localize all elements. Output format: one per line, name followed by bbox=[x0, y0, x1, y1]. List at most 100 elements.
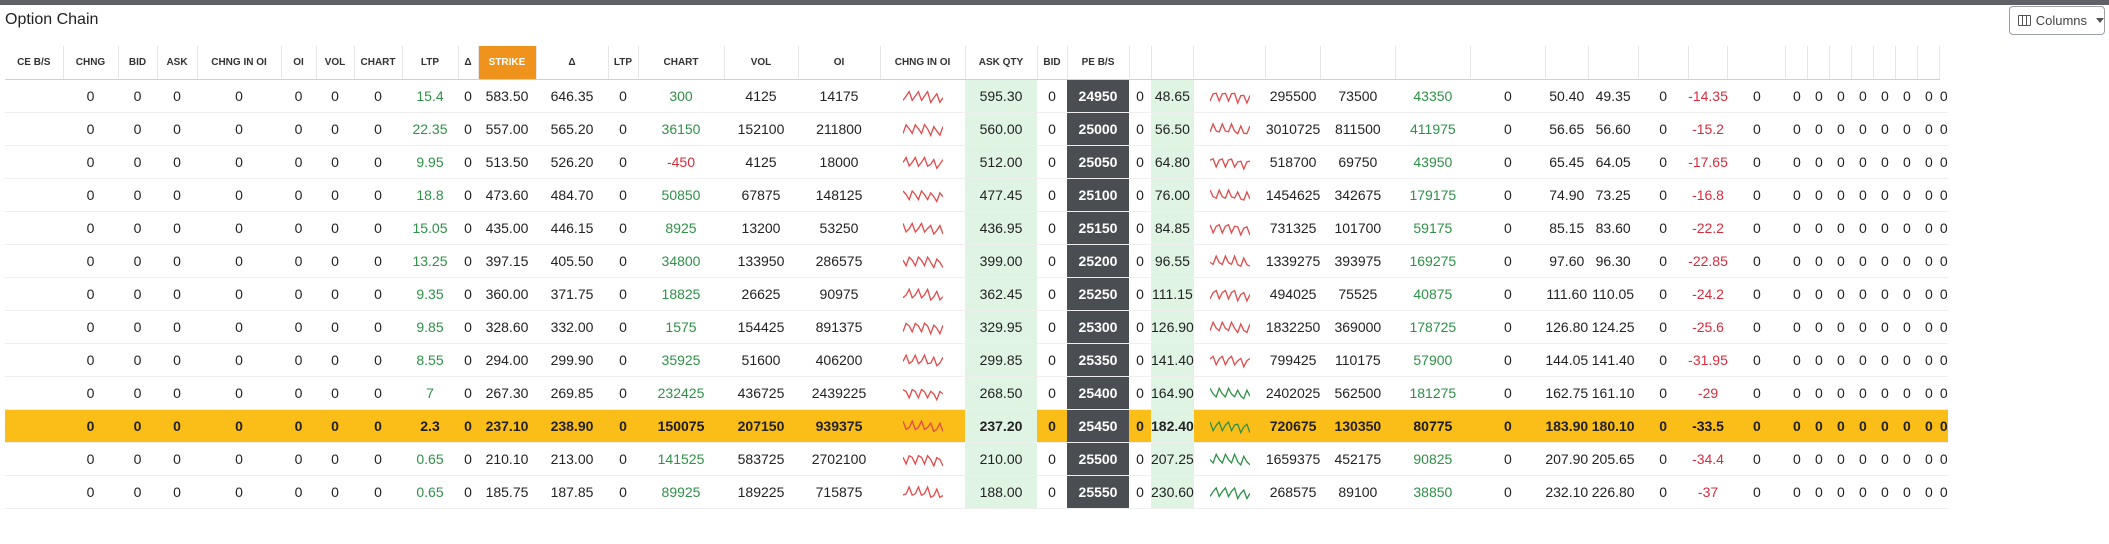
vol-cell: 436725 bbox=[724, 376, 798, 410]
ce-cell: 0 bbox=[197, 244, 281, 278]
ce-cell: 473.60 bbox=[478, 178, 536, 212]
column-header[interactable]: VOL bbox=[724, 46, 799, 80]
column-header[interactable] bbox=[1688, 46, 1729, 80]
table-row[interactable]: 0 0 0 0 0 0 0 18.8 0 473.60 484.70 0 50850 67875 14812… bbox=[5, 178, 1948, 212]
column-header[interactable]: ASK QTY bbox=[965, 46, 1038, 80]
column-header[interactable] bbox=[1470, 46, 1546, 80]
ce-bs-cell bbox=[5, 112, 63, 146]
column-header[interactable] bbox=[1395, 46, 1471, 80]
column-header[interactable] bbox=[1545, 46, 1589, 80]
column-header[interactable] bbox=[1265, 46, 1321, 80]
columns-button[interactable]: Columns bbox=[2009, 6, 2105, 35]
vol-cell: 189225 bbox=[724, 475, 798, 509]
table-row[interactable]: 0 0 0 0 0 0 0 9.85 0 328.60 332.00 0 1575 154425 89137… bbox=[5, 310, 1948, 344]
ce-cell: 15.05 bbox=[402, 211, 458, 245]
table-row[interactable]: 0 0 0 0 0 0 0 9.35 0 360.00 371.75 0 18825 26625 90975… bbox=[5, 277, 1948, 311]
column-header[interactable] bbox=[1895, 46, 1919, 80]
column-header[interactable]: OI bbox=[281, 46, 317, 80]
column-header[interactable]: STRIKE bbox=[478, 46, 537, 80]
table-row[interactable]: 0 0 0 0 0 0 0 15.05 0 435.00 446.15 0 8925 13200 53250… bbox=[5, 211, 1948, 245]
pe-chng-oi-cell: 169275 bbox=[1395, 244, 1471, 278]
ltp-cell: 0 bbox=[608, 178, 638, 212]
column-header[interactable]: CHART bbox=[638, 46, 725, 80]
column-header[interactable]: BID bbox=[1037, 46, 1068, 80]
ce-cell: 0 bbox=[316, 343, 354, 377]
ltp-cell: 0 bbox=[608, 409, 638, 443]
pe-bid-cell: 144.05 bbox=[1545, 343, 1589, 377]
column-header[interactable]: CHART bbox=[354, 46, 403, 80]
pe-vol-cell: 295500 bbox=[1265, 79, 1321, 113]
column-header[interactable]: LTP bbox=[402, 46, 459, 80]
table-row[interactable]: 0 0 0 0 0 0 0 0.65 0 185.75 187.85 0 89925 189225 7158… bbox=[5, 475, 1948, 509]
pe-chng-oi-cell: 43350 bbox=[1395, 79, 1471, 113]
sparkline-chart bbox=[1209, 122, 1250, 135]
pe-bid-cell: 74.90 bbox=[1545, 178, 1589, 212]
ce-cell: 0 bbox=[281, 310, 316, 344]
column-header[interactable]: ASK bbox=[157, 46, 198, 80]
column-header[interactable] bbox=[1917, 46, 1941, 80]
column-header[interactable]: VOL bbox=[316, 46, 355, 80]
column-header[interactable]: CE B/S bbox=[5, 46, 64, 80]
ce-cell: 0 bbox=[458, 145, 478, 179]
tail-zero-cell: 0 bbox=[1829, 244, 1852, 278]
ce-cell: 0 bbox=[118, 442, 157, 476]
column-header[interactable]: LTP bbox=[608, 46, 639, 80]
sparkline-chart bbox=[902, 353, 943, 367]
ce-cell: 0 bbox=[316, 145, 354, 179]
column-header[interactable]: PE B/S bbox=[1067, 46, 1130, 80]
ask-qty-cell: 210.00 bbox=[965, 442, 1037, 476]
table-row[interactable]: 0 0 0 0 0 0 0 13.25 0 397.15 405.50 0 34800 133950 286… bbox=[5, 244, 1948, 278]
pe-bid-cell: 85.15 bbox=[1545, 211, 1589, 245]
column-header[interactable]: Δ bbox=[458, 46, 479, 80]
tail-zero-cell: 0 bbox=[1785, 409, 1808, 443]
ce-cell: 9.85 bbox=[402, 310, 458, 344]
sparkline-chart bbox=[1209, 320, 1250, 334]
zero-cell: 0 bbox=[1129, 310, 1151, 344]
table-row[interactable]: 0 0 0 0 0 0 0 7 0 267.30 269.85 0 232425 436725 243922… bbox=[5, 376, 1948, 410]
option-chain-table: CE B/S CHNG BID ASK CHNG IN OI OI VOL CHART LTP Δ… bbox=[5, 46, 1948, 509]
pe-oi-cell: 69750 bbox=[1320, 145, 1396, 179]
column-header[interactable] bbox=[1829, 46, 1853, 80]
table-row[interactable]: 0 0 0 0 0 0 0 15.4 0 583.50 646.35 0 300 4125 14175 595… bbox=[5, 79, 1948, 113]
ce-bs-cell bbox=[5, 475, 63, 509]
table-row[interactable]: 0 0 0 0 0 0 0 9.95 0 513.50 526.20 0 -450 4125 18000 51… bbox=[5, 145, 1948, 179]
table-row[interactable]: 0 0 0 0 0 0 0 8.55 0 294.00 299.90 0 35925 51600 40620… bbox=[5, 343, 1948, 377]
chng-oi-cell: 141525 bbox=[638, 442, 724, 476]
column-header[interactable]: CHNG IN OI bbox=[197, 46, 282, 80]
column-header[interactable]: OI bbox=[798, 46, 881, 80]
tail-zero-cell: 0 bbox=[1727, 475, 1786, 509]
tail-zero-cell: 0 bbox=[1917, 211, 1940, 245]
table-row[interactable]: 0 0 0 0 0 0 0 0.65 0 210.10 213.00 0 141525 583725 270… bbox=[5, 442, 1948, 476]
ce-cell: 0 bbox=[458, 277, 478, 311]
pe-oi-cell: 562500 bbox=[1320, 376, 1396, 410]
bid-cell: 0 bbox=[1037, 211, 1067, 245]
column-header[interactable]: Δ bbox=[536, 46, 609, 80]
ce-cell: 15.4 bbox=[402, 79, 458, 113]
table-row-atm[interactable]: 0 0 0 0 0 0 0 2.3 0 237.10 238.90 0 150075 207150 9393… bbox=[5, 409, 1948, 443]
column-header[interactable] bbox=[1807, 46, 1831, 80]
column-header[interactable] bbox=[1193, 46, 1267, 80]
column-header[interactable] bbox=[1151, 46, 1195, 80]
tail-zero-cell: 0 bbox=[1895, 178, 1918, 212]
tail-zero-cell: 0 bbox=[1829, 310, 1852, 344]
column-header[interactable] bbox=[1873, 46, 1897, 80]
table-row[interactable]: 0 0 0 0 0 0 0 22.35 0 557.00 565.20 0 36150 152100 211… bbox=[5, 112, 1948, 146]
column-header[interactable] bbox=[1727, 46, 1787, 80]
pe-ltp-cell: 64.80 bbox=[1151, 145, 1194, 179]
delta-cell: 269.85 bbox=[536, 376, 608, 410]
tail-zero-cell: 0 bbox=[1917, 343, 1940, 377]
column-header[interactable] bbox=[1320, 46, 1396, 80]
column-header[interactable] bbox=[1129, 46, 1152, 80]
ce-cell: 0 bbox=[157, 211, 197, 245]
column-header[interactable]: CHNG IN OI bbox=[880, 46, 966, 80]
column-header[interactable] bbox=[1851, 46, 1875, 80]
column-header[interactable] bbox=[1638, 46, 1689, 80]
ce-cell: 0 bbox=[316, 409, 354, 443]
tail-zero-cell: 0 bbox=[1895, 310, 1918, 344]
column-header[interactable] bbox=[1785, 46, 1809, 80]
ce-cell: 0 bbox=[316, 277, 354, 311]
column-header[interactable]: BID bbox=[118, 46, 158, 80]
column-header[interactable]: CHNG bbox=[63, 46, 119, 80]
oi-cell: 211800 bbox=[798, 112, 880, 146]
column-header[interactable] bbox=[1588, 46, 1639, 80]
